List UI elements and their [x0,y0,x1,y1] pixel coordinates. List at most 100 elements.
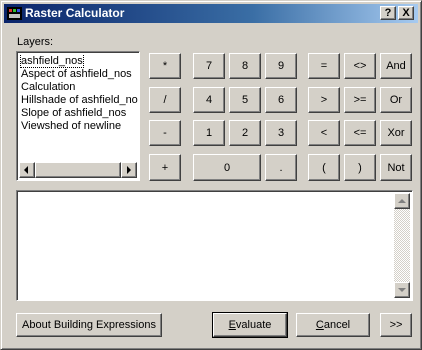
subtract-button[interactable]: - [149,120,181,146]
not-equal-label: <> [353,60,367,72]
close-button[interactable]: X [398,6,414,20]
layer-name: Calculation [21,81,76,93]
digit-3-label: 3 [277,127,285,139]
equal-button[interactable]: = [308,53,340,79]
digit-4-button[interactable]: 4 [193,87,225,113]
add-label: + [161,161,169,174]
scroll-right-icon [127,166,131,174]
digit-2-button[interactable]: 2 [229,120,261,146]
digit-0-button[interactable]: 0 [193,154,261,181]
digit-1-button[interactable]: 1 [193,120,225,146]
evaluate-mnemonic: E [228,319,236,331]
expression-vertical-scrollbar[interactable] [394,193,410,298]
scroll-left-button[interactable] [19,162,35,178]
digit-9-label: 9 [277,60,285,72]
not-button[interactable]: Not [380,154,412,181]
multiply-button[interactable]: * [149,53,181,79]
digit-4-label: 4 [205,94,213,106]
digit-5-label: 5 [241,94,249,106]
greater-equal-button[interactable]: >= [344,87,376,113]
layer-name: ashfield_nos [20,55,84,68]
and-button[interactable]: And [380,53,412,79]
divide-label: / [163,94,167,106]
layer-list-item[interactable]: Calculation [20,81,138,94]
expression-textarea[interactable] [16,190,413,301]
open-paren-label: ( [322,161,326,174]
close-paren-button[interactable]: ) [344,154,376,181]
layer-list-item[interactable]: Viewshed of newline [20,120,138,133]
cancel-label: Cancel [316,319,350,331]
greater-equal-label: >= [353,94,367,106]
open-paren-button[interactable]: ( [308,154,340,181]
digit-7-button[interactable]: 7 [193,53,225,79]
digit-8-label: 8 [241,60,249,72]
add-button[interactable]: + [149,154,181,181]
scroll-up-icon [398,199,406,203]
layer-list-item[interactable]: Aspect of ashfield_nos [20,68,138,81]
digit-6-label: 6 [277,94,285,106]
multiply-label: * [162,60,168,72]
cancel-button[interactable]: Cancel [296,313,370,337]
layer-name: Viewshed of newline [21,120,122,132]
layer-name: Aspect of ashfield_nos [21,68,132,80]
divide-button[interactable]: / [149,87,181,113]
digit-0-label: 0 [223,161,231,174]
raster-calculator-icon [7,7,22,20]
help-button[interactable]: ? [380,6,396,20]
or-button[interactable]: Or [380,87,412,113]
layer-name: Slope of ashfield_nos [21,107,127,119]
layer-list-item[interactable]: Hillshade of ashfield_nos [20,94,138,107]
digit-9-button[interactable]: 9 [265,53,297,79]
close-paren-label: ) [358,161,362,174]
title-bar[interactable]: Raster Calculator ? X [4,4,418,23]
layer-list-item[interactable]: ashfield_nos [20,55,138,68]
cancel-label-rest: ancel [323,319,351,331]
evaluate-label: Evaluate [229,319,272,331]
not-label: Not [387,161,405,174]
more-options-button[interactable]: >> [380,313,412,337]
digit-8-button[interactable]: 8 [229,53,261,79]
digit-5-button[interactable]: 5 [229,87,261,113]
close-icon: X [402,7,410,19]
or-label: Or [389,94,403,106]
scroll-left-icon [24,166,28,174]
layers-label: Layers: [17,36,54,48]
layer-list-item[interactable]: Slope of ashfield_nos [20,107,138,120]
raster-calculator-window: Raster Calculator ? X Layers: ashfield_n… [0,0,422,350]
scroll-thumb[interactable] [35,162,121,178]
about-building-expressions-button[interactable]: About Building Expressions [16,313,162,337]
scroll-up-button[interactable] [394,193,410,209]
digit-2-label: 2 [241,127,249,139]
digit-1-label: 1 [205,127,213,139]
window-title: Raster Calculator [25,6,125,20]
cancel-mnemonic: C [315,319,324,331]
decimal-label: . [279,161,283,174]
digit-7-label: 7 [205,60,213,72]
less-equal-label: <= [353,127,367,139]
greater-than-label: > [320,94,328,106]
xor-label: Xor [387,127,405,139]
greater-than-button[interactable]: > [308,87,340,113]
equal-label: = [320,60,328,72]
help-icon: ? [384,7,392,19]
and-label: And [386,60,406,72]
not-equal-button[interactable]: <> [344,53,376,79]
layers-list: ashfield_nos Aspect of ashfield_nos Calcul… [20,55,138,133]
digit-3-button[interactable]: 3 [265,120,297,146]
scroll-right-button[interactable] [121,162,137,178]
layers-listbox[interactable]: ashfield_nos Aspect of ashfield_nos Calcul… [16,51,140,181]
subtract-label: - [163,127,167,139]
layers-horizontal-scrollbar[interactable] [19,162,137,178]
xor-button[interactable]: Xor [380,120,412,146]
about-building-expressions-label: About Building Expressions [22,319,156,331]
evaluate-button[interactable]: Evaluate [212,312,288,338]
more-options-label: >> [389,319,403,331]
layer-name: Hillshade of ashfield_nos [21,94,138,106]
less-than-button[interactable]: < [308,120,340,146]
decimal-button[interactable]: . [265,154,297,181]
less-than-label: < [320,127,328,139]
scroll-down-button[interactable] [394,282,410,298]
less-equal-button[interactable]: <= [344,120,376,146]
evaluate-label-rest: valuate [235,319,272,331]
digit-6-button[interactable]: 6 [265,87,297,113]
